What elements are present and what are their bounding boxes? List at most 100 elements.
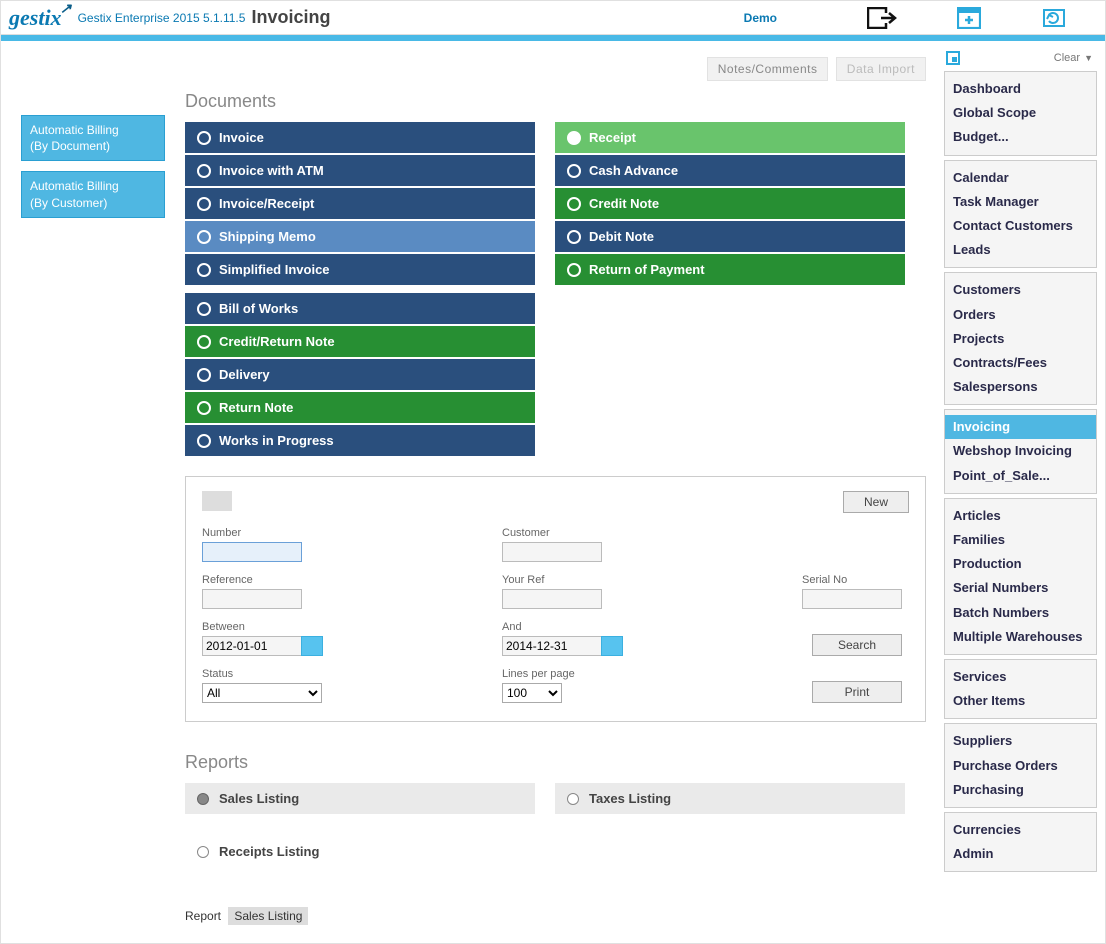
notes-comments-tab[interactable]: Notes/Comments [707, 57, 829, 81]
demo-link[interactable]: Demo [744, 11, 777, 25]
and-input[interactable] [502, 636, 602, 656]
clear-select[interactable]: Clear▼ [1054, 52, 1093, 64]
new-button[interactable]: New [843, 491, 909, 513]
sidebar-link[interactable]: Projects [951, 327, 1090, 351]
document-option[interactable]: Credit Note [555, 188, 905, 219]
your-ref-field: Your Ref [502, 574, 802, 609]
document-option[interactable]: Shipping Memo [185, 221, 535, 252]
document-option[interactable]: Return Note [185, 392, 535, 423]
between-datepicker-icon[interactable] [301, 636, 323, 656]
sidebar-link[interactable]: Admin [951, 842, 1090, 866]
document-option[interactable]: Return of Payment [555, 254, 905, 285]
sidebar-link[interactable]: Multiple Warehouses [951, 625, 1090, 649]
auto-billing-customer-button[interactable]: Automatic Billing(By Customer) [21, 171, 165, 217]
between-label: Between [202, 621, 502, 633]
report-sales-listing[interactable]: Sales Listing [185, 783, 535, 814]
between-input[interactable] [202, 636, 302, 656]
sidebar-link[interactable]: Batch Numbers [951, 601, 1090, 625]
between-field: Between [202, 621, 502, 656]
document-option[interactable]: Cash Advance [555, 155, 905, 186]
topbar: gestix↗ Gestix Enterprise 2015 5.1.11.5 … [1, 1, 1105, 35]
refresh-icon[interactable] [1041, 7, 1067, 29]
sidebar-link[interactable]: Invoicing [945, 415, 1096, 439]
document-option[interactable]: Works in Progress [185, 425, 535, 456]
customer-field: Customer [502, 527, 802, 562]
sidebar-toggle-icon[interactable] [946, 51, 960, 65]
sidebar-group: DashboardGlobal ScopeBudget... [944, 71, 1097, 156]
document-option[interactable]: Invoice [185, 122, 535, 153]
sidebar-link[interactable]: Purchase Orders [951, 754, 1090, 778]
sidebar-link[interactable]: Currencies [951, 818, 1090, 842]
documents-heading: Documents [185, 91, 926, 112]
sidebar-group: CalendarTask ManagerContact CustomersLea… [944, 160, 1097, 269]
search-button[interactable]: Search [812, 634, 902, 656]
your-ref-label: Your Ref [502, 574, 802, 586]
sidebar-link[interactable]: Other Items [951, 689, 1090, 713]
report-footer-label: Report [185, 909, 221, 923]
and-label: And [502, 621, 802, 633]
document-option[interactable]: Delivery [185, 359, 535, 390]
lines-per-page-select[interactable]: 100 [502, 683, 562, 703]
and-datepicker-icon[interactable] [601, 636, 623, 656]
sidebar-link[interactable]: Suppliers [951, 729, 1090, 753]
panel-drag-handle [202, 491, 232, 511]
sidebar-link[interactable]: Articles [951, 504, 1090, 528]
number-field: Number [202, 527, 502, 562]
document-option[interactable]: Receipt [555, 122, 905, 153]
reports-heading: Reports [185, 752, 926, 773]
documents-col-left: InvoiceInvoice with ATMInvoice/ReceiptSh… [185, 122, 535, 458]
report-footer: Report Sales Listing [185, 909, 926, 923]
reference-input[interactable] [202, 589, 302, 609]
sidebar-link[interactable]: Serial Numbers [951, 576, 1090, 600]
number-input[interactable] [202, 542, 302, 562]
sidebar-link[interactable]: Dashboard [951, 77, 1090, 101]
document-option[interactable]: Credit/Return Note [185, 326, 535, 357]
sidebar-link[interactable]: Purchasing [951, 778, 1090, 802]
auto-billing-doc-button[interactable]: Automatic Billing(By Document) [21, 115, 165, 161]
page-title: Invoicing [251, 7, 330, 28]
customer-input[interactable] [502, 542, 602, 562]
lines-per-page-label: Lines per page [502, 668, 802, 680]
logo: gestix↗ [9, 5, 62, 31]
sidebar-link[interactable]: Webshop Invoicing [951, 439, 1090, 463]
sidebar-link[interactable]: Families [951, 528, 1090, 552]
sidebar-link[interactable]: Services [951, 665, 1090, 689]
sidebar-group: CustomersOrdersProjectsContracts/FeesSal… [944, 272, 1097, 405]
sidebar-link[interactable]: Leads [951, 238, 1090, 262]
report-receipts-listing[interactable]: Receipts Listing [185, 836, 535, 867]
sidebar-link[interactable]: Salespersons [951, 375, 1090, 399]
toolbar: Notes/Comments Data Import [185, 57, 926, 81]
report-taxes-listing[interactable]: Taxes Listing [555, 783, 905, 814]
document-option[interactable]: Debit Note [555, 221, 905, 252]
logout-icon[interactable] [867, 7, 897, 29]
document-option[interactable]: Invoice/Receipt [185, 188, 535, 219]
sidebar-link[interactable]: Orders [951, 303, 1090, 327]
sidebar-group: ServicesOther Items [944, 659, 1097, 719]
sidebar-link[interactable]: Contact Customers [951, 214, 1090, 238]
status-select[interactable]: All [202, 683, 322, 703]
your-ref-input[interactable] [502, 589, 602, 609]
document-option[interactable]: Simplified Invoice [185, 254, 535, 285]
document-option[interactable]: Invoice with ATM [185, 155, 535, 186]
lines-per-page-field: Lines per page 100 [502, 668, 802, 703]
sidebar-link[interactable]: Budget... [951, 125, 1090, 149]
reference-label: Reference [202, 574, 502, 586]
sidebar-link[interactable]: Production [951, 552, 1090, 576]
sidebar-link[interactable]: Task Manager [951, 190, 1090, 214]
reference-field: Reference [202, 574, 502, 609]
print-button[interactable]: Print [812, 681, 902, 703]
sidebar-link[interactable]: Customers [951, 278, 1090, 302]
app-version: Gestix Enterprise 2015 5.1.11.5 [78, 11, 246, 25]
sidebar-link[interactable]: Point_of_Sale... [951, 464, 1090, 488]
document-option[interactable]: Bill of Works [185, 293, 535, 324]
sidebar-link[interactable]: Global Scope [951, 101, 1090, 125]
sidebar-link[interactable]: Contracts/Fees [951, 351, 1090, 375]
number-label: Number [202, 527, 502, 539]
serial-input[interactable] [802, 589, 902, 609]
right-sidebar: Clear▼ DashboardGlobal ScopeBudget...Cal… [940, 45, 1105, 943]
sidebar-link[interactable]: Calendar [951, 166, 1090, 190]
status-label: Status [202, 668, 502, 680]
main-content: Notes/Comments Data Import Documents Inv… [171, 45, 940, 943]
add-window-icon[interactable] [957, 7, 981, 29]
data-import-tab[interactable]: Data Import [836, 57, 926, 81]
